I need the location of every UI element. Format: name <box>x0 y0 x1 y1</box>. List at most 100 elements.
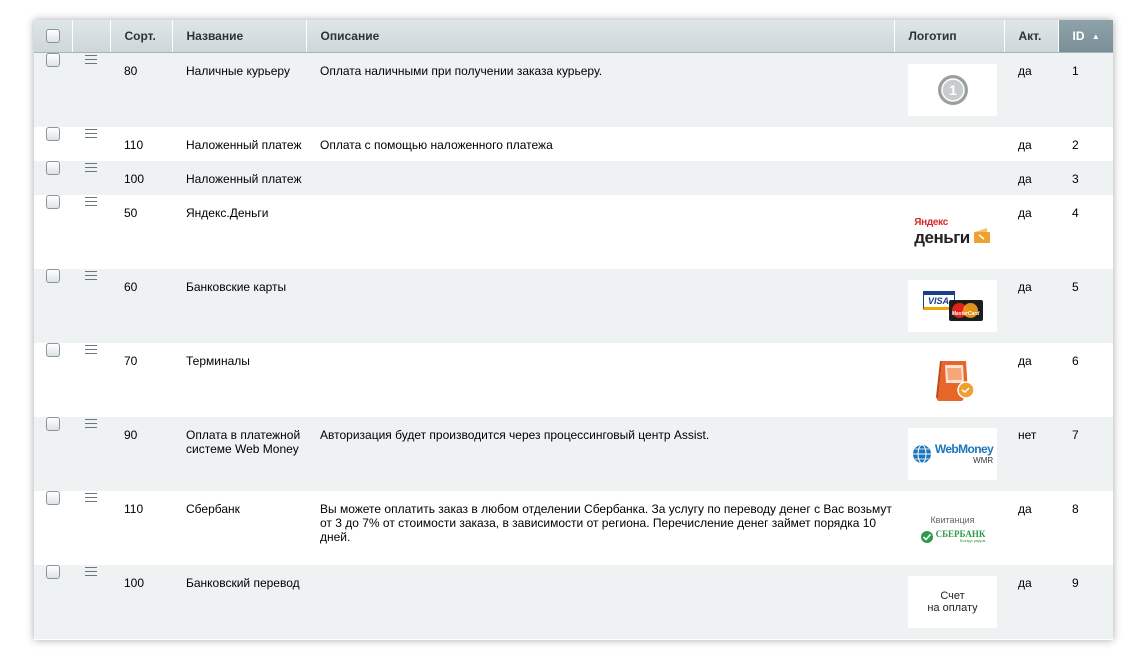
row-select-cell[interactable] <box>34 565 72 639</box>
row-checkbox[interactable] <box>46 491 60 506</box>
webmoney-wordmark: WebMoney <box>934 442 994 456</box>
row-sort: 60 <box>110 269 172 343</box>
row-id-link[interactable]: 4 <box>1058 195 1113 269</box>
row-active: да <box>1004 161 1058 195</box>
drag-handle-icon[interactable] <box>85 197 97 206</box>
row-id-link[interactable]: 9 <box>1058 565 1113 639</box>
drag-handle-icon[interactable] <box>85 567 97 576</box>
row-description <box>306 161 894 195</box>
table-row[interactable]: 80 Наличные курьеру Оплата наличными при… <box>34 52 1113 127</box>
row-name: Наложенный платеж <box>172 161 306 195</box>
yandex-money-logo: Яндекс деньги <box>908 206 997 258</box>
row-logo: Квитанция СБЕРБАНК Всегда рядом <box>894 491 1004 565</box>
column-header-id[interactable]: ID ▲ <box>1058 20 1113 53</box>
row-active: да <box>1004 491 1058 565</box>
globe-icon <box>912 444 931 464</box>
row-active: да <box>1004 343 1058 417</box>
row-checkbox[interactable] <box>46 269 60 284</box>
table-row[interactable]: 100 Наложенный платеж да 3 <box>34 161 1113 195</box>
row-logo <box>894 161 1004 195</box>
row-active: да <box>1004 269 1058 343</box>
select-all-header[interactable] <box>34 20 73 53</box>
wmr-label: WMR <box>973 456 994 465</box>
row-select-cell[interactable] <box>34 161 72 195</box>
drag-handle-icon[interactable] <box>85 345 97 354</box>
row-drag-cell[interactable] <box>72 565 110 639</box>
drag-handle-icon[interactable] <box>85 419 97 428</box>
row-description: Оплата с помощью наложенного платежа <box>306 127 894 161</box>
row-name: Сбербанк <box>172 491 306 565</box>
row-checkbox[interactable] <box>46 161 60 176</box>
drag-handle-icon[interactable] <box>85 55 97 64</box>
wallet-icon <box>973 228 990 243</box>
column-header-logo[interactable]: Логотип <box>894 20 1005 53</box>
row-drag-cell[interactable] <box>72 161 110 195</box>
row-checkbox[interactable] <box>46 195 60 210</box>
row-drag-cell[interactable] <box>72 417 110 491</box>
yandex-wordmark: Яндекс <box>914 217 949 228</box>
row-drag-cell[interactable] <box>72 491 110 565</box>
table-row[interactable]: 50 Яндекс.Деньги Яндекс деньги да 4 <box>34 195 1113 269</box>
row-checkbox[interactable] <box>46 127 60 142</box>
sberbank-logo: Квитанция СБЕРБАНК Всегда рядом <box>908 502 997 554</box>
row-name: Банковские карты <box>172 269 306 343</box>
row-drag-cell[interactable] <box>72 195 110 269</box>
row-checkbox[interactable] <box>46 53 60 68</box>
column-header-sort[interactable]: Сорт. <box>110 20 173 53</box>
row-checkbox[interactable] <box>46 565 60 580</box>
row-drag-cell[interactable] <box>72 127 110 161</box>
drag-column-header <box>72 20 111 53</box>
row-id-link[interactable]: 6 <box>1058 343 1113 417</box>
sort-ascending-icon: ▲ <box>1091 32 1100 41</box>
drag-handle-icon[interactable] <box>85 493 97 502</box>
row-id-link[interactable]: 2 <box>1058 127 1113 161</box>
row-description <box>306 343 894 417</box>
table-row[interactable]: 70 Терминалы да 6 <box>34 343 1113 417</box>
row-drag-cell[interactable] <box>72 269 110 343</box>
row-checkbox[interactable] <box>46 343 60 358</box>
row-logo: Счет на оплату <box>894 565 1004 639</box>
row-name: Оплата в платежной системе Web Money <box>172 417 306 491</box>
row-description <box>306 269 894 343</box>
row-logo <box>894 127 1004 161</box>
row-select-cell[interactable] <box>34 195 72 269</box>
row-logo: VISA MasterCard <box>894 269 1004 343</box>
row-drag-cell[interactable] <box>72 343 110 417</box>
drag-handle-icon[interactable] <box>85 163 97 172</box>
row-drag-cell[interactable] <box>72 52 110 127</box>
table-row[interactable]: 110 Сбербанк Вы можете оплатить заказ в … <box>34 491 1113 565</box>
table-row[interactable]: 60 Банковские карты VISA MasterCard да 5 <box>34 269 1113 343</box>
row-select-cell[interactable] <box>34 127 72 161</box>
table-row[interactable]: 100 Банковский перевод Счет на оплату да… <box>34 565 1113 639</box>
column-header-name[interactable]: Название <box>172 20 307 53</box>
row-sort: 110 <box>110 491 172 565</box>
row-description: Оплата наличными при получении заказа ку… <box>306 52 894 127</box>
row-select-cell[interactable] <box>34 343 72 417</box>
drag-handle-icon[interactable] <box>85 271 97 280</box>
row-id-link[interactable]: 5 <box>1058 269 1113 343</box>
table-row[interactable]: 90 Оплата в платежной системе Web Money … <box>34 417 1113 491</box>
table-row[interactable]: 110 Наложенный платеж Оплата с помощью н… <box>34 127 1113 161</box>
row-sort: 100 <box>110 161 172 195</box>
row-name: Терминалы <box>172 343 306 417</box>
row-id-link[interactable]: 7 <box>1058 417 1113 491</box>
row-id-link[interactable]: 1 <box>1058 52 1113 127</box>
row-select-cell[interactable] <box>34 417 72 491</box>
row-select-cell[interactable] <box>34 52 72 127</box>
row-id-link[interactable]: 8 <box>1058 491 1113 565</box>
row-name: Наличные курьеру <box>172 52 306 127</box>
row-id-link[interactable]: 3 <box>1058 161 1113 195</box>
row-logo: Яндекс деньги <box>894 195 1004 269</box>
column-header-active[interactable]: Акт. <box>1004 20 1059 53</box>
row-select-cell[interactable] <box>34 491 72 565</box>
row-sort: 100 <box>110 565 172 639</box>
row-checkbox[interactable] <box>46 417 60 432</box>
visa-mastercard-logo: VISA MasterCard <box>908 280 997 332</box>
column-header-description[interactable]: Описание <box>306 20 895 53</box>
coin-digit: 1 <box>949 82 957 98</box>
select-all-checkbox[interactable] <box>45 29 60 44</box>
row-select-cell[interactable] <box>34 269 72 343</box>
row-name: Яндекс.Деньги <box>172 195 306 269</box>
kvitanciya-label: Квитанция <box>930 514 975 525</box>
drag-handle-icon[interactable] <box>85 129 97 138</box>
